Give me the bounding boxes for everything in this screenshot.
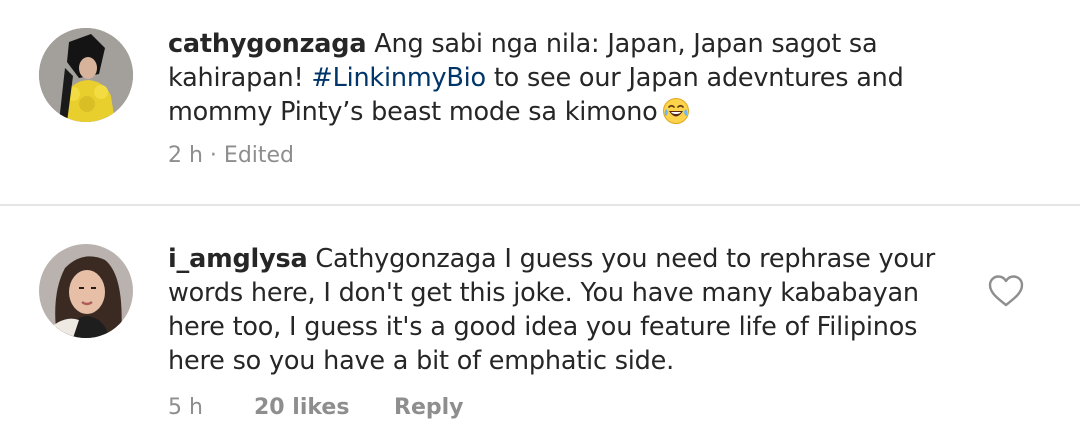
caption-timestamp[interactable]: 2 h — [168, 143, 203, 168]
laughing-tears-emoji-icon — [662, 98, 689, 124]
avatar-image — [39, 244, 133, 338]
caption-line-3: mommy Pinty’s beast mode sa kimono — [168, 95, 904, 129]
avatar-cathygonzaga[interactable] — [39, 28, 133, 122]
caption-line-1: cathygonzaga Ang sabi nga nila: Japan, J… — [168, 27, 904, 61]
caption-line-3-text: mommy Pinty’s beast mode sa kimono — [168, 97, 658, 127]
comment-line-1: i_amglysa Cathygonzaga I guess you need … — [168, 242, 935, 276]
comment-line-2: words here, I don't get this joke. You h… — [168, 278, 919, 308]
comment-line-4: here so you have a bit of emphatic side. — [168, 346, 675, 376]
caption-line-2: kahirapan! #LinkinmyBio to see our Japan… — [168, 61, 904, 95]
comment-line-1-text: Cathygonzaga I guess you need to rephras… — [307, 244, 936, 274]
caption-meta: 2 h · Edited — [168, 143, 294, 168]
comment-text: i_amglysa Cathygonzaga I guess you need … — [168, 242, 935, 378]
hashtag-link[interactable]: #LinkinmyBio — [311, 63, 486, 93]
heart-icon[interactable] — [988, 274, 1024, 308]
avatar-image — [39, 28, 133, 122]
caption-username[interactable]: cathygonzaga — [168, 29, 367, 59]
comment-username[interactable]: i_amglysa — [168, 244, 308, 274]
meta-separator: · — [202, 143, 224, 168]
caption-line-1-text: Ang sabi nga nila: Japan, Japan sagot sa — [366, 29, 878, 59]
comment-meta: 5 h 20 likes Reply — [168, 395, 464, 420]
caption-post: cathygonzaga Ang sabi nga nila: Japan, J… — [0, 0, 1080, 204]
reply-button[interactable]: Reply — [394, 395, 464, 420]
caption-text: cathygonzaga Ang sabi nga nila: Japan, J… — [168, 27, 904, 129]
comment-line-3: here too, I guess it's a good idea you f… — [168, 312, 918, 342]
comment-item: i_amglysa Cathygonzaga I guess you need … — [0, 206, 1080, 431]
edited-label: Edited — [223, 143, 295, 168]
caption-line-2-rest: to see our Japan adevntures and — [485, 63, 904, 93]
likes-count[interactable]: 20 likes — [254, 395, 349, 420]
comment-timestamp[interactable]: 5 h — [168, 395, 203, 420]
avatar-i-amglysa[interactable] — [39, 244, 133, 338]
caption-line-2-start: kahirapan! — [168, 63, 312, 93]
